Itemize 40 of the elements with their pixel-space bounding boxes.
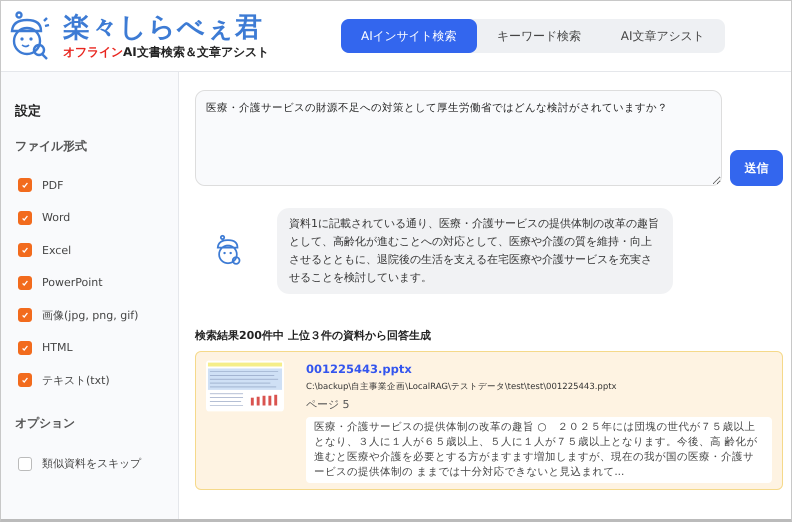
checkbox-label: Word <box>42 211 70 224</box>
checkbox-label: 画像(jpg, png, gif) <box>42 308 138 323</box>
app-subtitle-highlight: オフライン <box>63 44 123 58</box>
checkbox-label: HTML <box>42 341 73 354</box>
checkmark-icon <box>21 376 29 384</box>
checkbox[interactable] <box>18 243 32 258</box>
checkmark-icon <box>21 311 29 320</box>
excerpt-text: 医療・介護サービスの提供体制の改革の趣旨 ○ ２０２５年には団塊の世代が７５歳以上となり、３人に１人が６５歳以上、５人に１人が７５歳以上となります。今後、高 齢化が進むと医療や介護を必要とする方がますます増加しますが、現在の我が国の医療・介護サービスの提供体制の ままでは十分対応できないと見込まれて... <box>306 417 772 483</box>
section-heading: オプション <box>15 414 76 432</box>
section-heading: ファイル形式 <box>15 138 88 155</box>
checkbox[interactable] <box>18 276 32 290</box>
tab[interactable]: AI文章アシスト <box>600 19 724 53</box>
checkbox[interactable] <box>18 373 32 388</box>
checkbox-label: 類似資料をスキップ <box>42 456 141 472</box>
file-link[interactable]: 001225443.pptx <box>306 362 772 376</box>
results-heading: 検索結果200件中 上位３件の資料から回答生成 <box>195 328 432 343</box>
page-number: ページ 5 <box>306 397 350 412</box>
checkmark-icon <box>21 214 29 222</box>
checkbox-label: PowerPoint <box>42 276 103 290</box>
checkmark-icon <box>21 344 29 352</box>
checkmark-icon <box>21 278 29 287</box>
tab[interactable]: AIインサイト検索 <box>341 19 477 53</box>
tab[interactable]: キーワード検索 <box>476 19 601 53</box>
checkbox[interactable] <box>18 210 32 225</box>
checkbox[interactable] <box>18 456 32 471</box>
app-subtitle: AI文書検索＆文章アシスト <box>123 44 269 58</box>
checkbox-label: テキスト(txt) <box>42 372 110 388</box>
checkmark-icon <box>21 246 29 254</box>
checkbox[interactable] <box>18 340 32 355</box>
checkbox-label: Excel <box>42 244 72 257</box>
send-button[interactable]: 送信 <box>730 150 783 186</box>
answer-bubble: 資料1に記載されている通り、医療・介護サービスの提供体制の改革の趣旨として、高齢化が進むことへの対応として、医療や介護の質を維持・向上させるとともに、退院後の生活を支える在宅医療や介護サービスを充実させることを検討しています。 <box>277 208 673 294</box>
file-path: C:\backup\自主事業企画\LocalRAG\テストデータ\test\test\001225443.pptx <box>306 381 618 393</box>
question-field[interactable]: 医療・介護サービスの財源不足への対策として厚生労働省ではどんな検討がされていますか？ <box>195 90 722 186</box>
settings-title: 設定 <box>15 102 42 120</box>
app-title: 楽々しらべぇ君 <box>63 12 264 44</box>
checkbox-label: PDF <box>42 178 64 192</box>
checkmark-icon <box>21 181 29 190</box>
checkbox[interactable] <box>18 178 32 192</box>
checkbox[interactable] <box>18 308 32 322</box>
